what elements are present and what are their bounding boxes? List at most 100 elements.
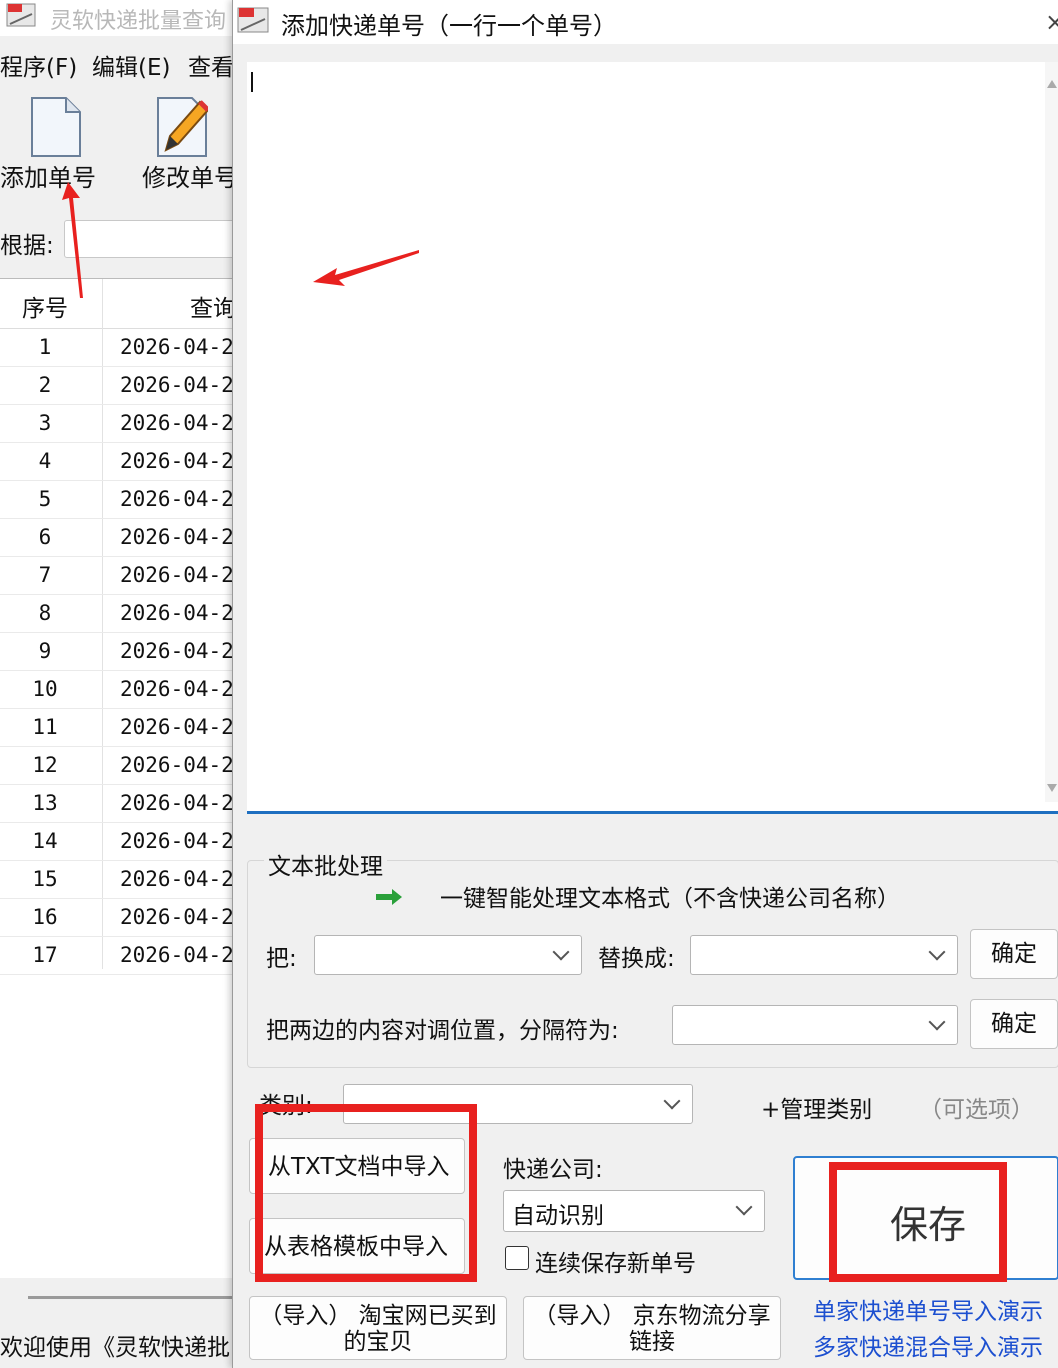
row-index: 6 <box>38 525 52 549</box>
replace-from-label: 把: <box>266 946 297 972</box>
swap-label: 把两边的内容对调位置，分隔符为: <box>266 1018 619 1044</box>
import-taobao-line2: 淘宝网已买到的宝贝 <box>343 1303 497 1355</box>
green-arrow-icon <box>376 889 402 905</box>
add-number-button[interactable]: 添加单号 <box>0 96 110 196</box>
continuous-save-label[interactable]: 连续保存新单号 <box>535 1244 696 1278</box>
replace-confirm-button[interactable]: 确定 <box>970 929 1058 979</box>
main-titlebar: 灵软快递批量查询 <box>0 0 240 36</box>
row-index: 15 <box>32 867 58 891</box>
table-row[interactable]: 13 2026-04-2 <box>0 785 240 823</box>
import-taobao-line1: （导入） <box>259 1303 352 1329</box>
add-tracking-dialog: 添加快递单号（一行一个单号） × 文本批处理 一键智能处理文本格式（不含快递公司… <box>232 0 1058 1368</box>
edit-number-button[interactable]: 修改单号 <box>142 96 240 196</box>
chevron-down-icon <box>928 943 946 961</box>
edit-number-label: 修改单号 <box>142 164 238 192</box>
table-row[interactable]: 17 2026-04-2 <box>0 937 240 975</box>
row-query-date: 2026-04-2 <box>120 829 234 853</box>
annotation-arrow-left <box>313 250 419 286</box>
row-query-date: 2026-04-2 <box>120 905 234 929</box>
horizontal-scrollbar[interactable] <box>28 1296 240 1299</box>
continuous-save-checkbox[interactable] <box>505 1246 529 1270</box>
status-bar-text: 欢迎使用《灵软快递批 <box>0 1335 230 1361</box>
smart-format-text[interactable]: 一键智能处理文本格式（不含快递公司名称） <box>440 879 900 913</box>
table-row[interactable]: 5 2026-04-2 <box>0 481 240 519</box>
main-menubar: 程序(F) 编辑(E) 查看 <box>0 40 240 84</box>
basis-label: 根据: <box>0 233 54 259</box>
import-jd-line2: 京东物流分享链接 <box>629 1303 771 1355</box>
table-row[interactable]: 15 2026-04-2 <box>0 861 240 899</box>
table-row[interactable]: 3 2026-04-2 <box>0 405 240 443</box>
table-row[interactable]: 8 2026-04-2 <box>0 595 240 633</box>
chevron-down-icon <box>735 1198 753 1216</box>
menu-edit[interactable]: 编辑(E) <box>92 48 170 82</box>
row-query-date: 2026-04-2 <box>120 867 234 891</box>
row-query-date: 2026-04-2 <box>120 791 234 815</box>
table-row[interactable]: 14 2026-04-2 <box>0 823 240 861</box>
row-query-date: 2026-04-2 <box>120 943 234 967</box>
courier-value: 自动识别 <box>512 1203 604 1229</box>
table-row[interactable]: 11 2026-04-2 <box>0 709 240 747</box>
close-icon[interactable]: × <box>1045 8 1058 36</box>
row-index: 2 <box>38 373 52 397</box>
courier-label: 快递公司: <box>503 1157 603 1183</box>
annotation-highlight-import <box>255 1104 477 1282</box>
tracking-number-textarea[interactable] <box>247 62 1058 814</box>
replace-to-select[interactable] <box>690 935 958 975</box>
main-window-title: 灵软快递批量查询 <box>50 9 227 34</box>
table-row[interactable]: 1 2026-04-2 <box>0 329 240 367</box>
row-index: 14 <box>32 829 58 853</box>
swap-confirm-button[interactable]: 确定 <box>970 999 1058 1049</box>
row-index: 11 <box>32 715 58 739</box>
row-index: 10 <box>32 677 58 701</box>
text-batch-legend: 文本批处理 <box>264 847 387 881</box>
import-jd-button[interactable]: （导入） 京东物流分享链接 <box>523 1296 781 1360</box>
row-index: 4 <box>38 449 52 473</box>
table-row[interactable]: 4 2026-04-2 <box>0 443 240 481</box>
column-header-query[interactable]: 查询 <box>190 289 236 323</box>
scroll-down-icon[interactable] <box>1047 784 1057 792</box>
table-row[interactable]: 12 2026-04-2 <box>0 747 240 785</box>
replace-from-select[interactable] <box>314 935 582 975</box>
replace-confirm-label: 确定 <box>991 941 1037 967</box>
row-index: 1 <box>38 335 52 359</box>
tracking-table: 序号 查询 1 2026-04-2 2 2026-04-2 3 2026-04-2 4 202… <box>0 278 240 1278</box>
chevron-down-icon <box>663 1092 681 1110</box>
table-row[interactable]: 6 2026-04-2 <box>0 519 240 557</box>
row-query-date: 2026-04-2 <box>120 639 234 663</box>
table-row[interactable]: 7 2026-04-2 <box>0 557 240 595</box>
row-query-date: 2026-04-2 <box>120 335 234 359</box>
demo-multi-link[interactable]: 多家快递混合导入演示 <box>813 1328 1043 1362</box>
dialog-title: 添加快递单号（一行一个单号） <box>281 12 617 40</box>
menu-view[interactable]: 查看 <box>188 48 234 82</box>
dialog-titlebar: 添加快递单号（一行一个单号） × <box>233 0 1058 44</box>
row-query-date: 2026-04-2 <box>120 715 234 739</box>
menu-program[interactable]: 程序(F) <box>0 48 77 82</box>
row-index: 7 <box>38 563 52 587</box>
table-row[interactable]: 2 2026-04-2 <box>0 367 240 405</box>
separator-select[interactable] <box>672 1005 958 1045</box>
swap-confirm-label: 确定 <box>991 1011 1037 1037</box>
main-window: 灵软快递批量查询 程序(F) 编辑(E) 查看 添加单号 修改单号 根据: 序号… <box>0 0 240 1368</box>
app-icon <box>237 7 269 33</box>
optional-note: （可选项） <box>919 1097 1034 1123</box>
import-jd-line1: （导入） <box>533 1303 626 1329</box>
demo-single-link[interactable]: 单家快递单号导入演示 <box>813 1292 1043 1326</box>
table-row[interactable]: 16 2026-04-2 <box>0 899 240 937</box>
manage-category-link[interactable]: +管理类别 <box>761 1090 872 1124</box>
row-index: 9 <box>38 639 52 663</box>
basis-row: 根据: <box>0 218 240 262</box>
row-index: 5 <box>38 487 52 511</box>
scroll-up-icon[interactable] <box>1047 80 1057 88</box>
row-index: 13 <box>32 791 58 815</box>
row-query-date: 2026-04-2 <box>120 487 234 511</box>
courier-select[interactable]: 自动识别 <box>503 1190 765 1232</box>
basis-select[interactable] <box>64 220 240 258</box>
app-icon <box>6 3 36 27</box>
row-query-date: 2026-04-2 <box>120 677 234 701</box>
table-row[interactable]: 9 2026-04-2 <box>0 633 240 671</box>
table-row[interactable]: 10 2026-04-2 <box>0 671 240 709</box>
import-taobao-button[interactable]: （导入） 淘宝网已买到的宝贝 <box>249 1296 507 1360</box>
row-index: 8 <box>38 601 52 625</box>
editor-vertical-scrollbar[interactable] <box>1045 62 1058 802</box>
row-query-date: 2026-04-2 <box>120 373 234 397</box>
